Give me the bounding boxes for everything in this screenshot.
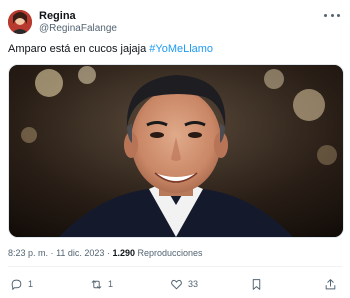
share-icon	[325, 278, 336, 289]
like-count: 33	[188, 279, 199, 289]
share-button[interactable]	[324, 277, 337, 291]
avatar[interactable]	[8, 10, 32, 34]
reply-icon	[11, 279, 22, 290]
bookmark-button[interactable]	[250, 277, 263, 291]
divider	[8, 266, 342, 267]
author-name[interactable]: Regina	[39, 10, 76, 23]
bookmark-icon	[252, 278, 261, 290]
tweet-body: Amparo está en cucos jajaja	[8, 43, 150, 55]
hashtag-link[interactable]: #YoMeLlamo	[149, 43, 213, 55]
retweet-button[interactable]: 1	[90, 277, 113, 291]
tweet-time[interactable]: 8:23 p. m.	[8, 248, 48, 258]
tweet-meta: 8:23 p. m. · 11 dic. 2023 · 1.290 Reprod…	[8, 248, 203, 259]
tweet-text: Amparo está en cucos jajaja #YoMeLlamo	[8, 42, 213, 56]
avatar-image	[8, 10, 32, 34]
more-options-icon[interactable]	[324, 10, 340, 20]
tweet-card[interactable]: Regina @ReginaFalange Amparo está en cuc…	[0, 0, 350, 298]
meta-separator: ·	[50, 248, 54, 258]
meta-separator: ·	[106, 248, 110, 258]
tweet-media[interactable]	[8, 64, 344, 238]
views-count: 1.290	[112, 248, 135, 258]
author-handle[interactable]: @ReginaFalange	[39, 23, 117, 35]
tweet-date[interactable]: 11 dic. 2023	[56, 248, 104, 258]
action-bar: 1 1 33	[10, 277, 340, 291]
reply-button[interactable]: 1	[10, 277, 33, 291]
retweet-icon	[91, 279, 102, 289]
photo-man-smiling	[9, 65, 343, 237]
like-button[interactable]: 33	[170, 277, 198, 291]
heart-icon	[171, 279, 182, 289]
retweet-count: 1	[108, 279, 114, 289]
reply-count: 1	[28, 279, 34, 289]
views-label: Reproducciones	[137, 248, 203, 258]
